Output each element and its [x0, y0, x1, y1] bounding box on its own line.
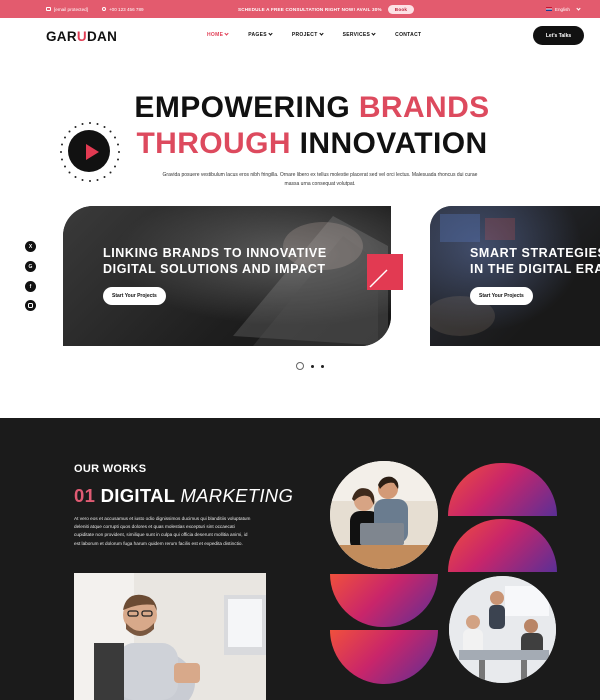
carousel-slide[interactable]: LINKING BRANDS TO INNOVATIVE DIGITAL SOL… — [63, 206, 391, 346]
language-selector[interactable]: English — [545, 0, 581, 18]
facebook-icon[interactable]: f — [25, 281, 36, 292]
carousel-dot[interactable] — [311, 364, 314, 368]
work-title: 01 DIGITAL MARKETING — [74, 485, 293, 507]
arrow-diagonal-icon — [369, 269, 388, 288]
slide-title: LINKING BRANDS TO INNOVATIVE DIGITAL SOL… — [103, 246, 327, 277]
hero-title-accent: BRANDS — [358, 91, 490, 124]
topbar-phone[interactable]: +00 123 456 789 — [101, 7, 144, 12]
office-meeting-photo — [449, 576, 556, 683]
team-circle-photo — [330, 461, 438, 569]
nav-label: PAGES — [248, 32, 267, 38]
hero-title-line-2: THROUGH INNOVATION — [12, 129, 600, 159]
nav-item-services[interactable]: SERVICES — [342, 31, 376, 38]
carousel-dot[interactable] — [321, 364, 324, 368]
logo-part: DAN — [86, 29, 118, 44]
lets-talk-button[interactable]: Let's Talks — [533, 26, 584, 45]
x-icon[interactable]: X — [25, 241, 36, 252]
carousel-slide[interactable]: SMART STRATEGIES IN THE DIGITAL ERA Star… — [430, 206, 600, 346]
section-kicker: OUR WORKS — [74, 463, 147, 475]
work-number: 01 — [74, 485, 96, 506]
chevron-down-icon — [268, 31, 273, 36]
slide-title-line: SMART STRATEGIES — [470, 246, 600, 260]
chevron-down-icon — [318, 31, 324, 36]
nav-item-project[interactable]: PROJECT — [291, 31, 324, 38]
work-photo-man-at-desk — [74, 573, 266, 700]
language-label[interactable]: English — [555, 7, 570, 12]
logo[interactable]: GARUDAN — [46, 29, 117, 44]
main-navbar: GARUDAN HOME PAGES PROJECT SERVICES CONT… — [0, 18, 600, 56]
uk-flag-icon — [545, 7, 552, 11]
start-project-button[interactable]: Start Your Projects — [470, 287, 533, 305]
gradient-half-circle — [448, 463, 557, 516]
our-works-section: OUR WORKS 01 DIGITAL MARKETING At vero e… — [0, 418, 600, 700]
nav-label: CONTACT — [395, 32, 422, 38]
google-icon[interactable]: G — [25, 261, 36, 272]
topbar-email[interactable]: [email protected] — [46, 7, 88, 12]
work-description: At vero eos et accusamus et iusto odio d… — [74, 516, 251, 546]
carousel-pagination — [296, 362, 324, 370]
meeting-circle-photo — [449, 576, 556, 683]
start-project-button[interactable]: Start Your Projects — [103, 287, 166, 305]
topbar-email-text[interactable]: [email protected] — [54, 7, 88, 12]
slide-title: SMART STRATEGIES IN THE DIGITAL ERA — [470, 246, 600, 277]
slide-title-line: IN THE DIGITAL ERA — [470, 261, 600, 276]
phone-icon — [101, 7, 106, 11]
chevron-down-icon — [371, 31, 376, 36]
promo-text: SCHEDULE A FREE CONSULTATION RIGHT NOW! … — [238, 6, 382, 12]
work-title-italic: MARKETING — [180, 485, 294, 506]
logo-part: GAR — [46, 29, 77, 44]
mail-icon — [46, 7, 51, 11]
chevron-down-icon — [576, 5, 581, 11]
hero-title-accent: THROUGH — [136, 127, 291, 160]
nav-menu: HOME PAGES PROJECT SERVICES CONTACT — [207, 31, 421, 38]
nav-item-pages[interactable]: PAGES — [248, 31, 273, 38]
book-button[interactable]: Book — [387, 4, 415, 14]
gradient-half-circle — [330, 630, 438, 684]
slide-arrow-button[interactable] — [367, 254, 403, 290]
work-title-bold: DIGITAL — [95, 485, 181, 506]
nav-label: HOME — [207, 32, 224, 38]
man-with-glasses-photo — [74, 573, 266, 700]
promo-banner: SCHEDULE A FREE CONSULTATION RIGHT NOW! … — [238, 0, 415, 18]
hero-subtitle: Gravida posuere vestibulum lacus eros ni… — [162, 172, 478, 187]
nav-label: SERVICES — [342, 32, 371, 38]
nav-item-home[interactable]: HOME — [207, 31, 229, 38]
slide-title-line: DIGITAL SOLUTIONS AND IMPACT — [103, 261, 326, 276]
gradient-half-circle — [330, 574, 438, 627]
top-bar: [email protected] +00 123 456 789 SCHEDU… — [0, 0, 600, 18]
carousel-dot-active[interactable] — [296, 362, 304, 370]
topbar-phone-text[interactable]: +00 123 456 789 — [109, 7, 144, 12]
instagram-icon[interactable] — [25, 300, 36, 311]
hero-title-text: INNOVATION — [290, 127, 488, 160]
nav-item-contact[interactable]: CONTACT — [395, 32, 421, 38]
hero-title-line-1: EMPOWERING BRANDS — [12, 93, 600, 123]
nav-label: PROJECT — [291, 32, 318, 38]
gradient-half-circle — [448, 519, 557, 572]
two-people-laptop-photo — [330, 461, 438, 569]
hero-title-text: EMPOWERING — [134, 91, 359, 124]
slide-title-line: LINKING BRANDS TO INNOVATIVE — [103, 246, 327, 260]
logo-accent: U — [76, 29, 87, 44]
chevron-down-icon — [224, 31, 229, 36]
